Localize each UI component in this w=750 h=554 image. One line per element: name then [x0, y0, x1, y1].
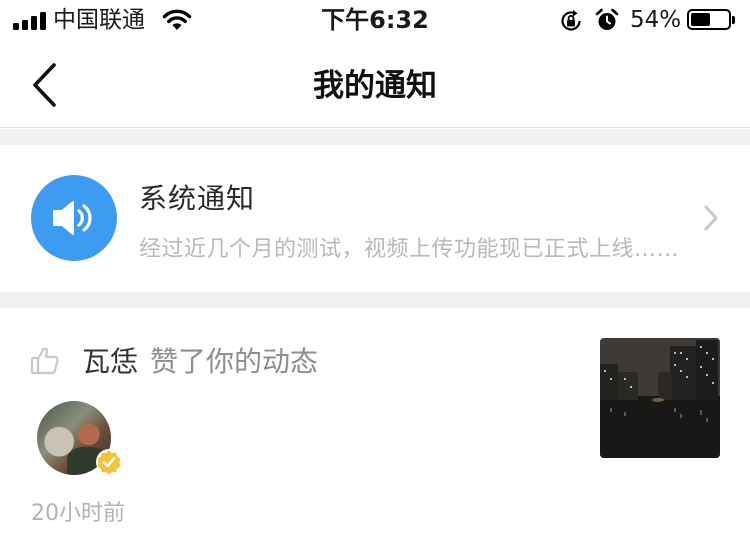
battery-icon: [687, 9, 735, 30]
speaker-icon: [53, 201, 92, 235]
system-notice-row[interactable]: 系统通知 经过近几个月的测试，视频上传功能现已正式上线……: [0, 145, 750, 292]
system-notice-preview: 经过近几个月的测试，视频上传功能现已正式上线……: [139, 237, 680, 262]
alarm-icon: [595, 8, 619, 30]
thumbs-up-icon: [30, 347, 59, 375]
liker-username[interactable]: 瓦恁: [82, 344, 138, 380]
liked-post-thumbnail[interactable]: [600, 338, 720, 458]
notification-time: 20小时前: [31, 501, 125, 526]
like-notification[interactable]: 瓦恁 赞了你的动态 20小时前: [0, 308, 750, 554]
system-notice-avatar: [31, 175, 117, 261]
section-divider: [0, 292, 750, 308]
chevron-right-icon: [704, 205, 718, 231]
verified-badge-icon: [96, 449, 122, 475]
battery-percent: 54%: [630, 7, 682, 33]
system-notice-title: 系统通知: [139, 182, 256, 215]
page-title: 我的通知: [313, 68, 437, 104]
rotation-lock-icon: [561, 10, 581, 31]
status-bar: 中国联通 下午6:32 54%: [0, 0, 750, 40]
like-action-text: 赞了你的动态: [150, 345, 319, 378]
navigation-bar: 我的通知: [0, 40, 750, 128]
section-divider: [0, 129, 750, 145]
